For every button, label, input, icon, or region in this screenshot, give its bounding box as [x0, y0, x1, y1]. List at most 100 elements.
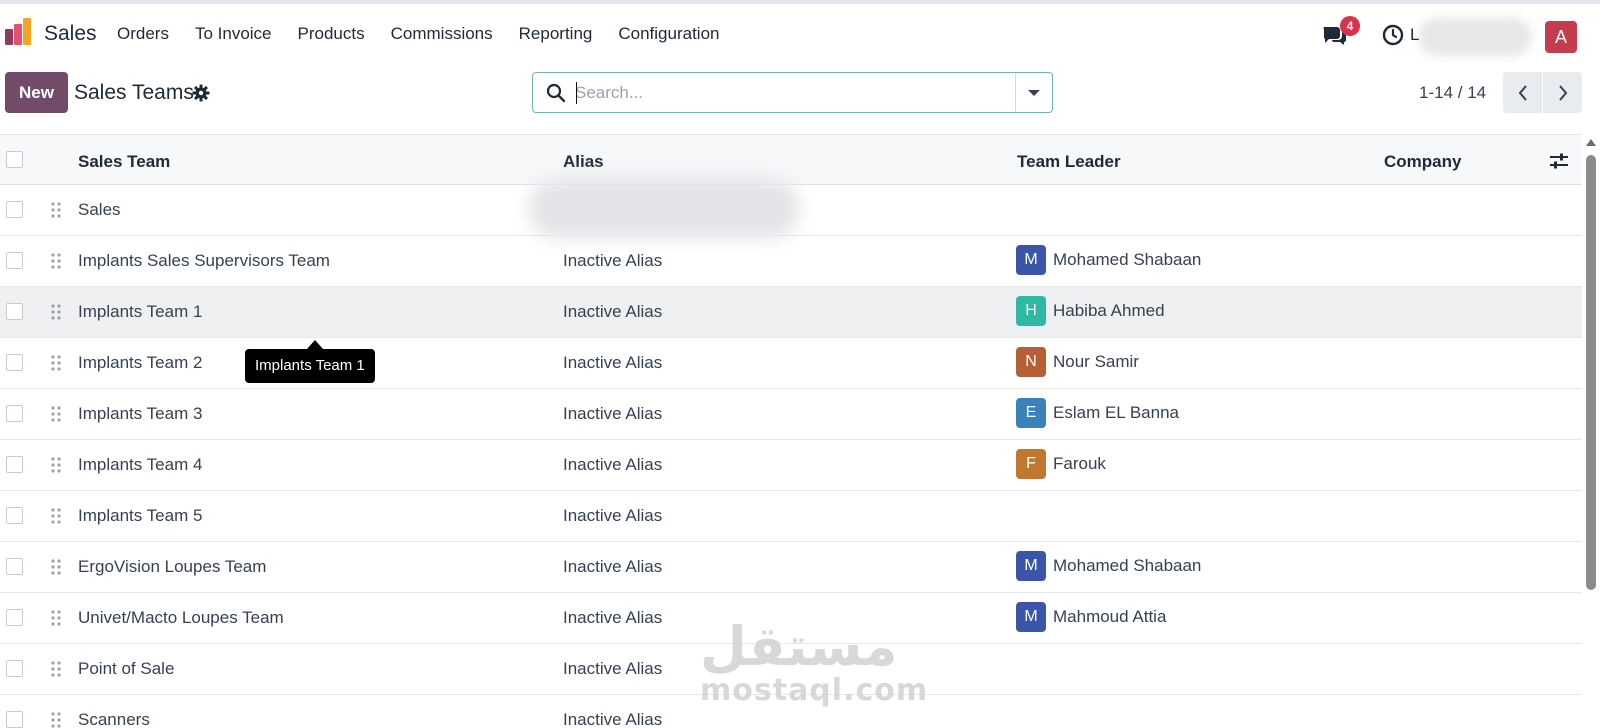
app-name[interactable]: Sales	[44, 22, 97, 46]
drag-handle-icon[interactable]	[51, 457, 61, 473]
drag-handle-icon[interactable]	[51, 610, 61, 626]
column-header-company[interactable]: Company	[1384, 152, 1461, 172]
leader-name: Mahmoud Attia	[1053, 607, 1167, 626]
select-all-checkbox[interactable]	[6, 151, 23, 168]
row-checkbox[interactable]	[6, 201, 23, 218]
pager-previous-button[interactable]	[1503, 72, 1542, 113]
drag-handle-icon[interactable]	[51, 406, 61, 422]
table-header: Sales Team Alias Team Leader Company	[0, 134, 1582, 185]
menu-reporting[interactable]: Reporting	[519, 24, 593, 44]
cell-sales-team: Scanners	[78, 710, 150, 728]
column-header-team-leader[interactable]: Team Leader	[1017, 152, 1121, 172]
cell-team-leader[interactable]: M Mohamed Shabaan	[1016, 245, 1201, 275]
leader-name: Eslam EL Banna	[1053, 403, 1179, 422]
cell-team-leader[interactable]: H Habiba Ahmed	[1016, 296, 1165, 326]
cell-team-leader[interactable]: M Mohamed Shabaan	[1016, 551, 1201, 581]
drag-handle-icon[interactable]	[51, 559, 61, 575]
drag-handle-icon[interactable]	[51, 355, 61, 371]
cell-sales-team: Implants Team 4	[78, 455, 203, 474]
leader-name: Nour Samir	[1053, 352, 1139, 371]
leader-name: Mohamed Shabaan	[1053, 556, 1202, 575]
row-checkbox[interactable]	[6, 252, 23, 269]
cell-alias: Inactive Alias	[563, 455, 663, 474]
cell-alias: Inactive Alias	[563, 506, 663, 525]
drag-handle-icon[interactable]	[51, 661, 61, 677]
row-checkbox[interactable]	[6, 711, 23, 728]
scrollbar-thumb[interactable]	[1586, 155, 1596, 590]
leader-avatar: M	[1016, 551, 1046, 581]
row-checkbox[interactable]	[6, 558, 23, 575]
row-checkbox[interactable]	[6, 456, 23, 473]
search-icon	[546, 83, 566, 103]
chevron-right-icon	[1558, 84, 1567, 101]
user-name-blurred	[1418, 18, 1532, 56]
menu-orders[interactable]: Orders	[117, 24, 169, 44]
cell-sales-team: Implants Team 2	[78, 353, 203, 372]
page-title: Sales Teams	[74, 81, 194, 104]
table-row[interactable]: Implants Team 4 Inactive Alias F Farouk	[0, 440, 1582, 491]
cell-alias: Inactive Alias	[563, 608, 663, 627]
drag-handle-icon[interactable]	[51, 253, 61, 269]
pager-value[interactable]: 1-14 / 14	[1419, 83, 1486, 103]
row-checkbox[interactable]	[6, 609, 23, 626]
cell-team-leader[interactable]: E Eslam EL Banna	[1016, 398, 1179, 428]
cell-alias: Inactive Alias	[563, 659, 663, 678]
menu-commissions[interactable]: Commissions	[391, 24, 493, 44]
column-header-alias[interactable]: Alias	[563, 152, 604, 172]
clock-icon[interactable]	[1382, 24, 1404, 46]
cell-alias: Inactive Alias	[563, 710, 663, 728]
row-checkbox[interactable]	[6, 405, 23, 422]
column-header-sales-team[interactable]: Sales Team	[78, 152, 170, 172]
cell-sales-team: Implants Team 1	[78, 302, 203, 321]
optional-columns-sliders-icon[interactable]	[1548, 152, 1570, 170]
menu-configuration[interactable]: Configuration	[618, 24, 719, 44]
drag-handle-icon[interactable]	[51, 712, 61, 728]
cell-sales-team: Sales	[78, 200, 121, 219]
drag-handle-icon[interactable]	[51, 202, 61, 218]
new-button[interactable]: New	[5, 72, 68, 113]
leader-avatar: F	[1016, 449, 1046, 479]
leader-name: Habiba Ahmed	[1053, 301, 1165, 320]
table-row[interactable]: Implants Sales Supervisors Team Inactive …	[0, 236, 1582, 287]
cell-sales-team: Implants Sales Supervisors Team	[78, 251, 330, 270]
caret-down-icon	[1028, 89, 1040, 96]
table-row[interactable]: Implants Team 3 Inactive Alias E Eslam EL B…	[0, 389, 1582, 440]
leader-avatar: E	[1016, 398, 1046, 428]
cell-sales-team: Implants Team 3	[78, 404, 203, 423]
scroll-up-arrow-icon[interactable]	[1586, 139, 1596, 146]
cell-alias: Inactive Alias	[563, 353, 663, 372]
leader-avatar: N	[1016, 347, 1046, 377]
watermark-arabic: مستقل	[700, 615, 898, 678]
table-row[interactable]: Implants Team 5 Inactive Alias	[0, 491, 1582, 542]
row-checkbox[interactable]	[6, 507, 23, 524]
row-checkbox[interactable]	[6, 354, 23, 371]
table-row[interactable]: Implants Team 1 Inactive Alias H Habiba Ahm…	[0, 287, 1582, 338]
menu-products[interactable]: Products	[298, 24, 365, 44]
row-checkbox[interactable]	[6, 303, 23, 320]
cell-team-leader[interactable]: N Nour Samir	[1016, 347, 1139, 377]
cell-sales-team: Point of Sale	[78, 659, 175, 678]
tooltip: Implants Team 1	[245, 349, 375, 383]
cell-team-leader[interactable]: M Mahmoud Attia	[1016, 602, 1166, 632]
leader-name: Mohamed Shabaan	[1053, 250, 1202, 269]
cell-alias: Inactive Alias	[563, 302, 663, 321]
table-row[interactable]: ErgoVision Loupes Team Inactive Alias M Moh…	[0, 542, 1582, 593]
user-name-initial[interactable]: L	[1410, 25, 1419, 45]
search-options-toggle[interactable]	[1015, 73, 1052, 112]
table-row[interactable]: Implants Team 2 Inactive Alias N Nour Samir	[0, 338, 1582, 389]
sales-app-logo-icon[interactable]	[5, 18, 33, 46]
gear-icon[interactable]	[192, 84, 210, 102]
cell-sales-team: ErgoVision Loupes Team	[78, 557, 267, 576]
drag-handle-icon[interactable]	[51, 304, 61, 320]
drag-handle-icon[interactable]	[51, 508, 61, 524]
search-input[interactable]	[575, 74, 995, 111]
cell-alias: Inactive Alias	[563, 557, 663, 576]
menu-to-invoice[interactable]: To Invoice	[195, 24, 272, 44]
pager-next-button[interactable]	[1543, 72, 1582, 113]
alias-blurred	[528, 178, 800, 238]
user-avatar[interactable]: A	[1545, 21, 1577, 53]
cell-sales-team: Univet/Macto Loupes Team	[78, 608, 284, 627]
cell-team-leader[interactable]: F Farouk	[1016, 449, 1106, 479]
main-navbar: Sales Orders To Invoice Products Commiss…	[0, 4, 1600, 64]
row-checkbox[interactable]	[6, 660, 23, 677]
